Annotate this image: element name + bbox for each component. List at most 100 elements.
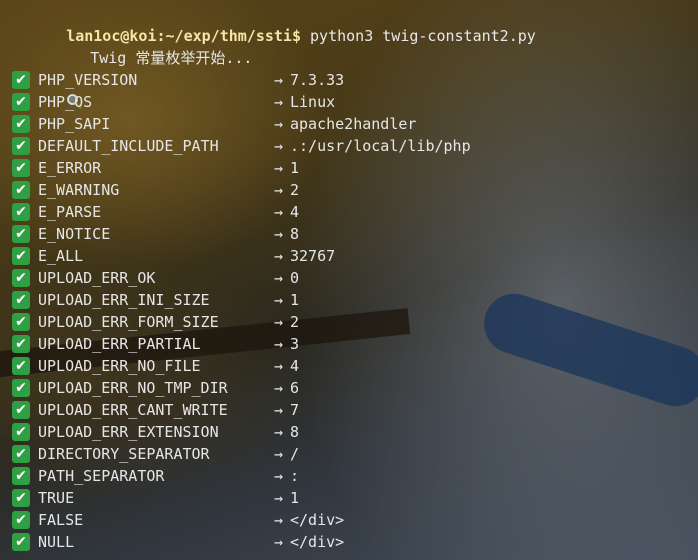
constant-name: PATH_SEPARATOR bbox=[38, 467, 165, 485]
arrow-glyph: → bbox=[274, 71, 284, 89]
constant-value: .:/usr/local/lib/php bbox=[290, 137, 471, 155]
arrow-glyph: → bbox=[274, 269, 284, 287]
result-row: ✔ E_NOTICE → 8 bbox=[12, 223, 299, 245]
result-row: ✔ PHP_VERSION → 7.3.33 bbox=[12, 69, 344, 91]
constant-value: apache2handler bbox=[290, 115, 417, 133]
prompt-command: python3 twig-constant2.py bbox=[301, 27, 536, 45]
constant-name: E_PARSE bbox=[38, 203, 102, 221]
check-mark-icon: ✔ bbox=[12, 312, 30, 331]
check-mark-icon: ✔ bbox=[12, 180, 30, 199]
check-mark-icon: ✔ bbox=[12, 488, 30, 507]
result-row: ✔ UPLOAD_ERR_NO_FILE → 4 bbox=[12, 355, 299, 377]
constant-value: 6 bbox=[290, 379, 300, 397]
prompt-symbol: $ bbox=[291, 27, 301, 45]
status-text: Twig 常量枚举开始... bbox=[90, 49, 253, 67]
check-mark-icon: ✔ bbox=[12, 246, 30, 265]
constant-value: 2 bbox=[290, 313, 300, 331]
constant-name: UPLOAD_ERR_NO_TMP_DIR bbox=[38, 379, 228, 397]
command-prompt-line: lan1oc@koi:~/exp/thm/ssti$ python3 twig-… bbox=[12, 3, 536, 45]
arrow-glyph: → bbox=[274, 335, 284, 353]
result-row: ✔ PATH_SEPARATOR →: bbox=[12, 465, 299, 487]
result-row: ✔ UPLOAD_ERR_PARTIAL → 3 bbox=[12, 333, 299, 355]
constant-value: 32767 bbox=[290, 247, 336, 265]
arrow-glyph: → bbox=[274, 159, 284, 177]
check-mark-icon: ✔ bbox=[12, 444, 30, 463]
constant-name: E_ERROR bbox=[38, 159, 102, 177]
arrow-glyph: → bbox=[274, 533, 284, 551]
constant-value: 4 bbox=[290, 203, 300, 221]
check-mark-icon: ✔ bbox=[12, 400, 30, 419]
result-row: ✔ UPLOAD_ERR_EXTENSION → 8 bbox=[12, 421, 299, 443]
arrow-glyph: → bbox=[274, 423, 284, 441]
status-line: Twig 常量枚举开始... bbox=[12, 25, 252, 109]
constant-name: UPLOAD_ERR_EXTENSION bbox=[38, 423, 219, 441]
constant-name: UPLOAD_ERR_INI_SIZE bbox=[38, 291, 210, 309]
constant-value: Linux bbox=[290, 93, 336, 111]
check-mark-icon: ✔ bbox=[12, 378, 30, 397]
arrow-glyph: → bbox=[274, 489, 284, 507]
check-mark-icon: ✔ bbox=[12, 466, 30, 485]
arrow-glyph: → bbox=[274, 379, 284, 397]
check-mark-icon: ✔ bbox=[12, 356, 30, 375]
constant-name: DIRECTORY_SEPARATOR bbox=[38, 445, 210, 463]
constant-value: </div> bbox=[290, 511, 345, 529]
check-mark-icon: ✔ bbox=[12, 136, 30, 155]
constant-value: : bbox=[290, 467, 300, 485]
result-row: ✔ UPLOAD_ERR_OK → 0 bbox=[12, 267, 299, 289]
check-mark-icon: ✔ bbox=[12, 510, 30, 529]
check-mark-icon: ✔ bbox=[12, 158, 30, 177]
check-mark-icon: ✔ bbox=[12, 268, 30, 287]
arrow-glyph: → bbox=[274, 357, 284, 375]
arrow-glyph: → bbox=[274, 115, 284, 133]
constant-name: UPLOAD_ERR_OK bbox=[38, 269, 156, 287]
constant-name: PHP_SAPI bbox=[38, 115, 111, 133]
arrow-glyph: → bbox=[274, 181, 284, 199]
arrow-glyph: → bbox=[274, 291, 284, 309]
check-mark-icon: ✔ bbox=[12, 290, 30, 309]
check-mark-icon: ✔ bbox=[12, 334, 30, 353]
constant-value: 8 bbox=[290, 225, 300, 243]
result-row: ✔ UPLOAD_ERR_FORM_SIZE → 2 bbox=[12, 311, 299, 333]
result-row: ✔ DIRECTORY_SEPARATOR → / bbox=[12, 443, 299, 465]
terminal-window[interactable]: lan1oc@koi:~/exp/thm/ssti$ python3 twig-… bbox=[0, 0, 698, 560]
constant-value: 1 bbox=[290, 291, 300, 309]
search-icon bbox=[66, 49, 82, 109]
arrow-glyph: → bbox=[274, 445, 284, 463]
result-row: ✔ E_WARNING → 2 bbox=[12, 179, 299, 201]
constant-name: E_ALL bbox=[38, 247, 84, 265]
arrow-glyph: → bbox=[274, 225, 284, 243]
constant-name: PHP_VERSION bbox=[38, 71, 138, 89]
arrow-glyph: → bbox=[274, 247, 284, 265]
constant-name: FALSE bbox=[38, 511, 84, 529]
result-row: ✔ PHP_SAPI → apache2handler bbox=[12, 113, 416, 135]
constant-value: 7.3.33 bbox=[290, 71, 345, 89]
constant-name: UPLOAD_ERR_FORM_SIZE bbox=[38, 313, 219, 331]
arrow-glyph: → bbox=[274, 93, 284, 111]
check-mark-icon: ✔ bbox=[12, 114, 30, 133]
constant-value: 8 bbox=[290, 423, 300, 441]
result-row: ✔ TRUE → 1 bbox=[12, 487, 299, 509]
result-row: ✔ NULL → </div> bbox=[12, 531, 344, 553]
arrow-glyph: → bbox=[274, 467, 284, 485]
constant-value: 1 bbox=[290, 159, 300, 177]
check-mark-icon: ✔ bbox=[12, 532, 30, 551]
result-row: ✔ E_PARSE → 4 bbox=[12, 201, 299, 223]
constant-value: 7 bbox=[290, 401, 300, 419]
constant-name: E_NOTICE bbox=[38, 225, 111, 243]
check-mark-icon: ✔ bbox=[12, 202, 30, 221]
constant-name: UPLOAD_ERR_CANT_WRITE bbox=[38, 401, 228, 419]
constant-value: / bbox=[290, 445, 300, 463]
constant-value: 3 bbox=[290, 335, 300, 353]
constant-value: </div> bbox=[290, 533, 345, 551]
constant-value: 2 bbox=[290, 181, 300, 199]
constant-name: NULL bbox=[38, 533, 75, 551]
result-row: ✔ E_ERROR → 1 bbox=[12, 157, 299, 179]
result-row: ✔ PHP_OS → Linux bbox=[12, 91, 335, 113]
arrow-glyph: → bbox=[274, 313, 284, 331]
result-row: ✔ DEFAULT_INCLUDE_PATH → .:/usr/local/lib/p… bbox=[12, 135, 471, 157]
constant-value: 1 bbox=[290, 489, 300, 507]
constant-value: 4 bbox=[290, 357, 300, 375]
arrow-glyph: → bbox=[274, 511, 284, 529]
constant-name: E_WARNING bbox=[38, 181, 120, 199]
arrow-glyph: → bbox=[274, 203, 284, 221]
